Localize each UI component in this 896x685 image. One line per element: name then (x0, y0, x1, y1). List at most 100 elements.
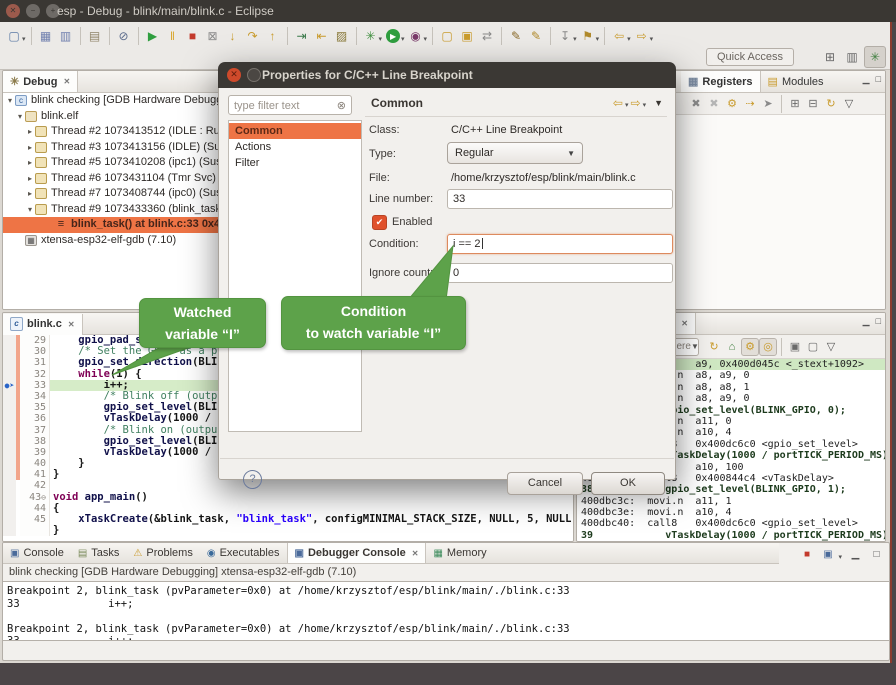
line-number[interactable]: 42 (20, 480, 50, 491)
highlight-icon[interactable]: ✎ (526, 26, 546, 46)
forward-icon[interactable]: ⇨ (631, 96, 641, 110)
pin-icon[interactable]: ⇢ (741, 95, 759, 113)
close-icon[interactable]: ✕ (63, 77, 70, 86)
suspend-icon[interactable]: ‖ (163, 26, 183, 46)
show-columns-icon[interactable]: ⚙ (723, 95, 741, 113)
breakpoint-arrow-icon[interactable]: ●➤ (3, 380, 16, 391)
line-number[interactable]: 38 (20, 436, 50, 447)
home-icon[interactable]: ⌂ (723, 338, 741, 356)
maximize-icon[interactable]: □ (876, 74, 881, 85)
close-icon[interactable]: ✕ (681, 319, 688, 328)
help-button[interactable]: ? (243, 470, 262, 489)
chevron-down-icon[interactable]: ▾ (424, 35, 428, 43)
line-number[interactable]: 31 (20, 357, 50, 368)
cpp-perspective-icon[interactable]: ▥ (842, 47, 862, 67)
disassembly-line[interactable]: 400dbc3c: movi.n a11, 1 (577, 496, 885, 507)
tab-tasks[interactable]: ▤Tasks (71, 543, 127, 563)
fold-collapse-icon[interactable]: ⊖ (41, 493, 46, 502)
step-return-icon[interactable]: ↑ (263, 26, 283, 46)
line-number[interactable]: 33 (20, 380, 50, 391)
tab-blink-c[interactable]: c blink.c ✕ (3, 314, 83, 335)
enabled-checkbox[interactable]: ✔ (372, 215, 387, 230)
link-with-editor-icon[interactable]: ⇄ (477, 26, 497, 46)
select-icon[interactable]: ➤ (759, 95, 777, 113)
dialog-close-icon[interactable]: ✕ (227, 68, 241, 82)
collapse-all-icon[interactable]: ⊟ (804, 95, 822, 113)
line-number[interactable]: 35 (20, 402, 50, 413)
type-select[interactable]: Regular ▼ (447, 142, 583, 164)
tab-problems[interactable]: ⚠Problems (126, 543, 199, 563)
last-edit-location-icon[interactable]: ✎ (506, 26, 526, 46)
open-resource-icon[interactable]: ▣ (457, 26, 477, 46)
close-icon[interactable]: ✕ (68, 320, 75, 329)
expander-icon[interactable]: ▾ (15, 109, 25, 125)
view-menu-icon[interactable]: ▽ (822, 338, 840, 356)
save-all-icon[interactable]: ▥ (56, 26, 76, 46)
tab-executables[interactable]: ◉Executables (200, 543, 287, 563)
tab-modules[interactable]: ▤Modules (761, 71, 831, 92)
chevron-down-icon[interactable]: ▾ (596, 35, 600, 43)
skip-all-breakpoints-icon[interactable]: ⊘ (114, 26, 134, 46)
minimize-icon[interactable]: ▁ (863, 316, 870, 327)
cancel-button[interactable]: Cancel (507, 472, 583, 495)
line-number[interactable]: 37 (20, 425, 50, 436)
use-step-filters-icon[interactable]: ▨ (332, 26, 352, 46)
tab-debug[interactable]: ✳ Debug ✕ (3, 71, 78, 92)
chevron-down-icon[interactable]: ▾ (379, 35, 383, 43)
line-number[interactable]: 41 (20, 469, 50, 480)
clear-filter-icon[interactable]: ⊗ (337, 96, 346, 114)
chevron-down-icon[interactable]: ▾ (643, 101, 647, 109)
open-folder-icon[interactable]: ▢ (437, 26, 457, 46)
tab-registers[interactable]: ▦Registers (681, 71, 761, 92)
close-icon[interactable]: ✕ (412, 549, 419, 558)
code-line[interactable]: 44{ (3, 503, 573, 514)
open-perspective-icon[interactable]: ⊞ (820, 47, 840, 67)
chevron-down-icon[interactable]: ▾ (573, 35, 577, 43)
terminate-console-icon[interactable]: ■ (798, 546, 815, 563)
expand-all-icon[interactable]: ⊞ (786, 95, 804, 113)
chevron-down-icon[interactable]: ▾ (401, 35, 405, 43)
show-source-icon[interactable]: ◎ (759, 338, 777, 356)
line-number[interactable]: 40 (20, 458, 50, 469)
expander-icon[interactable]: ▸ (25, 186, 35, 202)
step-into-icon[interactable]: ↓ (223, 26, 243, 46)
forward-icon[interactable]: ⇨ (632, 26, 652, 46)
chevron-down-icon[interactable]: ▾ (627, 35, 631, 43)
expander-icon[interactable]: ▾ (5, 93, 15, 109)
line-number[interactable]: 44 (20, 503, 50, 514)
disassembly-line[interactable]: 39 vTaskDelay(1000 / portTICK_PERIOD_MS)… (577, 530, 885, 541)
step-over-icon[interactable]: ↷ (243, 26, 263, 46)
remove-all-icon[interactable]: ✖ (705, 95, 723, 113)
code-line[interactable]: } (3, 525, 573, 536)
line-number[interactable]: 36 (20, 413, 50, 424)
bookmark-icon[interactable]: ⚑ (578, 26, 598, 46)
refresh-icon[interactable]: ↻ (822, 95, 840, 113)
back-icon[interactable]: ⇦ (609, 26, 629, 46)
dialog-nav-filter[interactable]: Filter (229, 155, 361, 171)
disconnect-icon[interactable]: ⊠ (203, 26, 223, 46)
maximize-icon[interactable]: □ (868, 546, 885, 563)
minimize-icon[interactable]: ▁ (847, 546, 864, 563)
pin-view-icon[interactable]: ▢ (804, 338, 822, 356)
profile-icon[interactable]: ◉ (406, 26, 426, 46)
save-icon[interactable]: ▦ (36, 26, 56, 46)
terminate-icon[interactable]: ■ (183, 26, 203, 46)
resume-icon[interactable]: ▶ (143, 26, 163, 46)
view-menu-icon[interactable]: ▽ (840, 95, 858, 113)
dialog-nav-common[interactable]: Common (229, 123, 361, 139)
line-number[interactable] (20, 525, 50, 536)
back-icon[interactable]: ⇦ (613, 96, 623, 110)
line-number[interactable]: 39 (20, 447, 50, 458)
pin-editor-icon[interactable]: ↧ (555, 26, 575, 46)
chevron-down-icon[interactable]: ▾ (22, 35, 26, 43)
line-number[interactable]: 43⊖ (20, 492, 50, 503)
expander-icon[interactable]: ▸ (25, 124, 35, 140)
line-number[interactable]: 34 (20, 391, 50, 402)
disassembly-line[interactable]: 400dbc3e: movi.n a10, 4 (577, 507, 885, 518)
new-wizard-icon[interactable]: ▢ (4, 26, 24, 46)
filter-input[interactable]: type filter text ⊗ (228, 95, 352, 115)
quick-access-button[interactable]: Quick Access (706, 48, 794, 66)
line-number[interactable]: 29 (20, 335, 50, 346)
expander-icon[interactable]: ▾ (25, 202, 35, 218)
tab-console[interactable]: ▣Console (3, 543, 71, 563)
